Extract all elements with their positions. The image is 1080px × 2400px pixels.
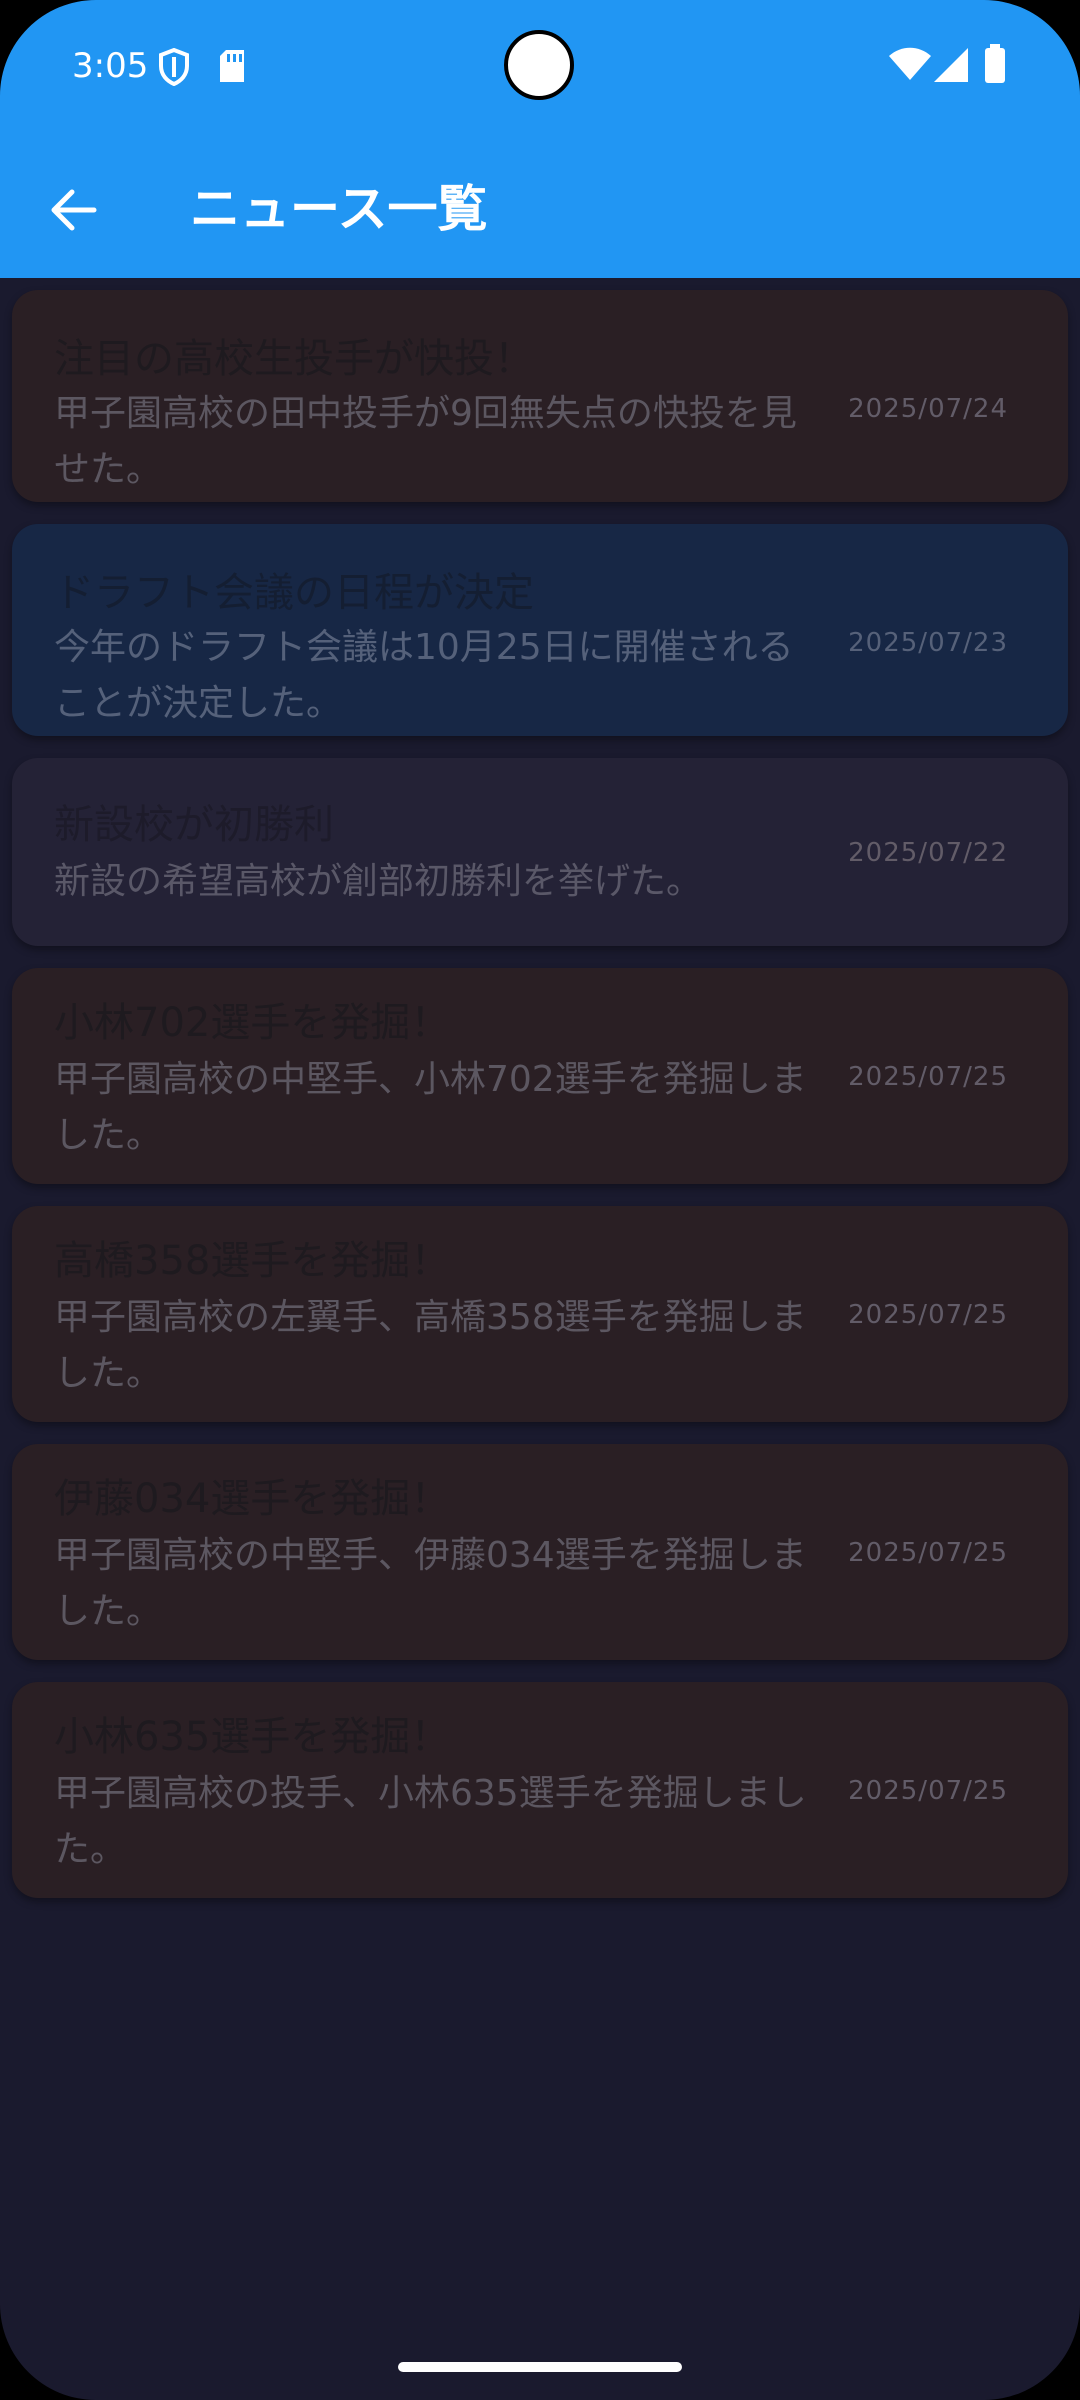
- news-description: 甲子園高校の左翼手、高橋358選手を発掘しました。: [54, 1297, 807, 1394]
- news-title: 小林702選手を発掘！: [54, 1000, 451, 1046]
- news-title: 注目の高校生投手が快投！: [54, 336, 534, 382]
- status-bar: 3:05: [0, 0, 1080, 130]
- news-title: 新設校が初勝利: [54, 802, 334, 848]
- news-date: 2025/07/22: [848, 838, 1008, 868]
- news-item[interactable]: 新設校が初勝利 新設の希望高校が創部初勝利を挙げた。 2025/07/22: [12, 758, 1068, 946]
- news-title: 小林635選手を発掘！: [54, 1714, 451, 1760]
- news-description: 甲子園高校の田中投手が9回無失点の快投を見せた。: [54, 393, 797, 490]
- news-description: 今年のドラフト会議は10月25日に開催されることが決定した。: [54, 627, 794, 724]
- top-bar: 3:05 ニュース一覧: [0, 0, 1080, 278]
- news-item[interactable]: ドラフト会議の日程が決定 今年のドラフト会議は10月25日に開催されることが決定…: [12, 524, 1068, 736]
- news-description: 甲子園高校の中堅手、小林702選手を発掘しました。: [54, 1059, 807, 1156]
- news-date: 2025/07/25: [848, 1776, 1008, 1806]
- news-date: 2025/07/24: [848, 394, 1008, 424]
- news-description: 甲子園高校の中堅手、伊藤034選手を発掘しました。: [54, 1535, 807, 1632]
- news-date: 2025/07/23: [848, 628, 1008, 658]
- back-button[interactable]: [34, 170, 114, 250]
- phone-screen: 3:05 ニュース一覧 注目の高校生投手が快投！ 甲子園高校の田中投手が9回無失…: [0, 0, 1080, 2400]
- app-bar: ニュース一覧: [0, 130, 1080, 278]
- news-title: 高橋358選手を発掘！: [54, 1238, 451, 1284]
- news-item[interactable]: 小林635選手を発掘！ 甲子園高校の投手、小林635選手を発掘しました。 202…: [12, 1682, 1068, 1898]
- wifi-icon: [888, 46, 932, 86]
- home-indicator[interactable]: [398, 2362, 682, 2372]
- news-title: ドラフト会議の日程が決定: [54, 570, 534, 616]
- battery-icon: [984, 44, 1006, 88]
- news-description: 新設の希望高校が創部初勝利を挙げた。: [54, 861, 703, 902]
- cellular-signal-icon: [934, 48, 970, 86]
- news-item[interactable]: 注目の高校生投手が快投！ 甲子園高校の田中投手が9回無失点の快投を見せた。 20…: [12, 290, 1068, 502]
- news-date: 2025/07/25: [848, 1300, 1008, 1330]
- shield-icon: [158, 47, 190, 90]
- sd-card-icon: [218, 48, 246, 88]
- status-time: 3:05: [72, 46, 149, 86]
- arrow-back-icon: [51, 189, 97, 231]
- news-description: 甲子園高校の投手、小林635選手を発掘しました。: [54, 1773, 807, 1870]
- page-title: ニュース一覧: [190, 180, 488, 238]
- news-date: 2025/07/25: [848, 1062, 1008, 1092]
- news-item[interactable]: 高橋358選手を発掘！ 甲子園高校の左翼手、高橋358選手を発掘しました。 20…: [12, 1206, 1068, 1422]
- news-title: 伊藤034選手を発掘！: [54, 1476, 451, 1522]
- front-camera-cutout: [504, 30, 574, 100]
- news-date: 2025/07/25: [848, 1538, 1008, 1568]
- news-item[interactable]: 小林702選手を発掘！ 甲子園高校の中堅手、小林702選手を発掘しました。 20…: [12, 968, 1068, 1184]
- news-item[interactable]: 伊藤034選手を発掘！ 甲子園高校の中堅手、伊藤034選手を発掘しました。 20…: [12, 1444, 1068, 1660]
